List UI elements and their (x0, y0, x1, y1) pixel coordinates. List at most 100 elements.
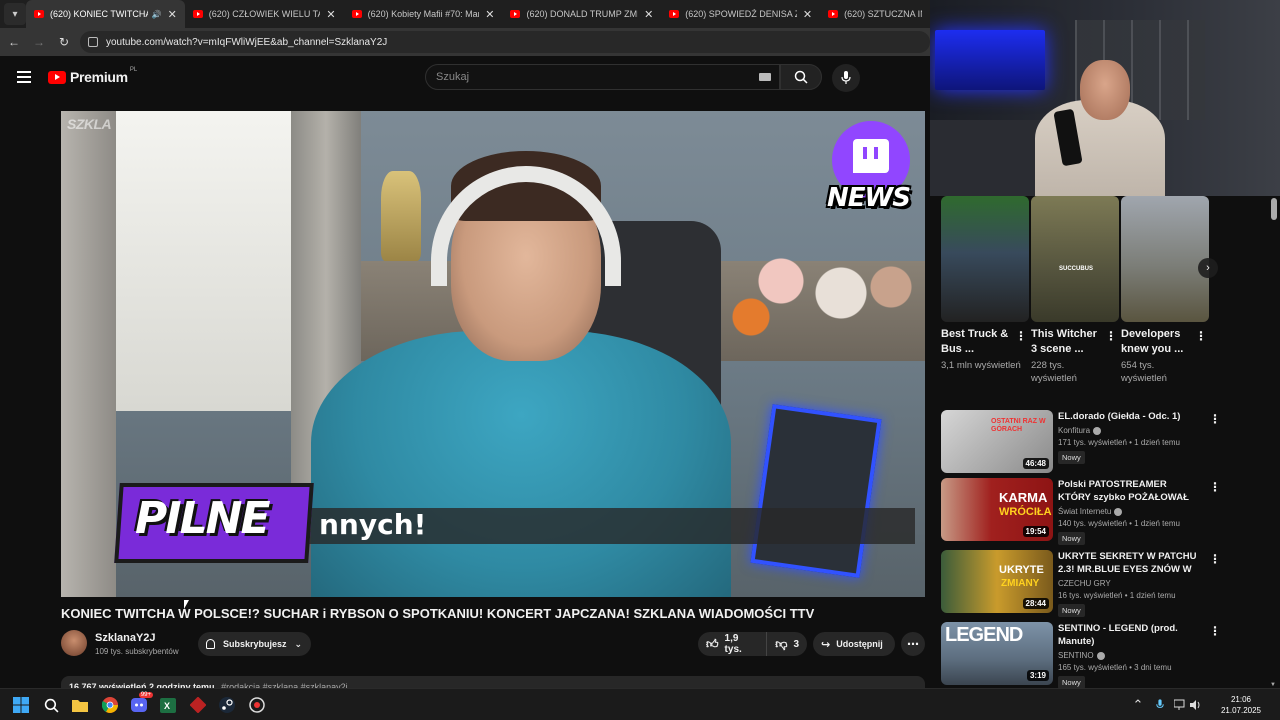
browser-tab-1[interactable]: (620) KONIEC TWITCHA W P 🔊 ✕ (25, 0, 185, 28)
youtube-favicon-icon (192, 10, 203, 18)
short-views: 3,1 mln wyświetleń (941, 360, 1021, 371)
steam-icon[interactable] (218, 696, 236, 714)
more-vert-icon[interactable]: ⋮ (1195, 329, 1207, 343)
video-channel[interactable]: Konfitura (1058, 426, 1198, 435)
more-vert-icon[interactable]: ⋮ (1209, 480, 1221, 494)
scrollbar-thumb[interactable] (1271, 198, 1277, 220)
short-title[interactable]: Developers knew you ... (1121, 327, 1191, 357)
excel-icon[interactable]: X (159, 696, 177, 714)
close-tab-icon[interactable]: ✕ (326, 8, 335, 21)
video-thumbnail[interactable]: KARMA WRÓCIŁA 19:54 (941, 478, 1053, 541)
more-vert-icon[interactable]: ⋮ (1209, 624, 1221, 638)
browser-tab-3[interactable]: (620) Kobiety Mafii #70: Mama ✕ (344, 0, 503, 28)
forward-arrow-icon[interactable]: → (28, 31, 50, 53)
video-title[interactable]: Polski PATOSTREAMER KTÓRY szybko POŻAŁOW… (1058, 478, 1198, 504)
close-tab-icon[interactable]: ✕ (803, 8, 812, 21)
video-title[interactable]: SENTINO - LEGEND (prod. Manute) (1058, 622, 1198, 648)
video-channel[interactable]: CZECHU GRY (1058, 579, 1198, 588)
speaker-icon[interactable]: 🔊 (152, 10, 162, 19)
video-thumbnail[interactable]: LEGEND 3:19 (941, 622, 1053, 685)
video-title[interactable]: UKRYTE SEKRETY W PATCHU 2.3! MR.BLUE EYE… (1058, 550, 1198, 576)
short-thumbnail[interactable]: SUCCUBUS (1031, 196, 1119, 322)
more-vert-icon[interactable]: ⋮ (1015, 329, 1027, 343)
share-button[interactable]: ↪ Udostępnij (813, 632, 895, 656)
video-thumbnail[interactable]: UKRYTE ZMIANY 28:44 (941, 550, 1053, 613)
more-vert-icon[interactable]: ⋮ (1209, 412, 1221, 426)
chevron-right-icon[interactable]: › (1198, 258, 1218, 278)
video-meta: 171 tys. wyświetleń • 1 dzień temu (1058, 438, 1180, 447)
menu-hamburger-icon[interactable] (17, 71, 31, 83)
keyboard-icon[interactable] (759, 73, 771, 81)
system-clock[interactable]: 21:06 21.07.2025 (1210, 694, 1272, 716)
video-duration: 19:54 (1022, 526, 1049, 537)
short-card[interactable]: Developers knew you ... ⋮ 654 tys. wyświ… (1121, 196, 1209, 384)
chrome-icon[interactable] (101, 696, 119, 714)
game-app-icon[interactable] (189, 696, 207, 714)
chevron-down-icon: ⌄ (294, 638, 303, 649)
video-thumbnail[interactable]: OSTATNI RAZ W GÓRACH 46:48 (941, 410, 1053, 473)
browser-tab-6[interactable]: (620) SZTUCZNA INTELIG (820, 0, 930, 28)
recommended-video[interactable]: UKRYTE ZMIANY 28:44 UKRYTE SEKRETY W PAT… (941, 550, 1221, 617)
youtube-header: Premium PL Szukaj (0, 56, 930, 100)
video-channel[interactable]: SENTINO (1058, 651, 1198, 660)
video-scene-monitor (750, 404, 882, 578)
close-tab-icon[interactable]: ✕ (485, 8, 494, 21)
back-arrow-icon[interactable]: ← (3, 31, 25, 53)
video-duration: 3:19 (1026, 670, 1049, 681)
discord-icon[interactable] (130, 692, 153, 714)
site-info-icon[interactable] (88, 37, 98, 47)
recommended-video[interactable]: OSTATNI RAZ W GÓRACH 46:48 EL.dorado (Gi… (941, 410, 1221, 474)
thumbnail-text: ZMIANY (1001, 578, 1040, 589)
video-player[interactable]: SZKLA NEWS PILNE nnych! (61, 111, 925, 597)
webcam-overlay (930, 0, 1280, 196)
address-bar[interactable]: youtube.com/watch?v=mIqFWliWjEE&ab_chann… (80, 31, 930, 53)
youtube-favicon-icon (33, 10, 44, 18)
dislike-button[interactable]: 👎︎ 3 (767, 637, 807, 652)
close-tab-icon[interactable]: ✕ (644, 8, 653, 21)
subscribe-button[interactable]: Subskrybujesz ⌄ (198, 632, 311, 656)
search-input[interactable]: Szukaj (425, 64, 780, 90)
search-button[interactable] (780, 64, 822, 90)
channel-subscribers: 109 tys. subskrybentów (95, 647, 179, 656)
windows-start-icon[interactable] (12, 696, 30, 714)
file-explorer-icon[interactable] (71, 696, 89, 714)
tab-label: (620) SPOWIEDŹ DENISA ZAŁĘ (685, 9, 797, 19)
microphone-tray-icon[interactable] (1151, 696, 1169, 714)
tray-chevron-up-icon[interactable]: ⌃ (1129, 696, 1147, 714)
volume-icon[interactable] (1187, 696, 1205, 714)
channel-name[interactable]: SzklanaY2J (95, 632, 156, 644)
close-tab-icon[interactable]: ✕ (168, 8, 177, 21)
search-icon[interactable] (42, 696, 60, 714)
recommended-video[interactable]: KARMA WRÓCIŁA 19:54 Polski PATOSTREAMER … (941, 478, 1221, 545)
browser-tab-4[interactable]: (620) DONALD TRUMP ZMIENI ✕ (502, 0, 661, 28)
video-info: SENTINO - LEGEND (prod. Manute) SENTINO … (1058, 622, 1198, 690)
video-title[interactable]: EL.dorado (Giełda - Odc. 1) (1058, 410, 1198, 423)
short-title[interactable]: This Witcher 3 scene ... (1031, 327, 1101, 357)
voice-search-button[interactable] (832, 64, 860, 92)
browser-tab-2[interactable]: (620) CZŁOWIEK WIELU TALENT ✕ (185, 0, 344, 28)
svg-text:X: X (164, 701, 170, 711)
sidebar-scrollbar[interactable]: ▼ (1270, 196, 1278, 688)
reload-icon[interactable]: ↻ (53, 31, 75, 53)
recommended-video[interactable]: LEGEND 3:19 SENTINO - LEGEND (prod. Manu… (941, 622, 1221, 689)
chevron-down-icon[interactable]: ▾ (4, 3, 26, 25)
notification-app-icon[interactable] (248, 696, 266, 714)
youtube-play-icon (48, 70, 66, 84)
verified-icon (1114, 507, 1123, 516)
more-vert-icon[interactable]: ⋮ (1209, 552, 1221, 566)
short-thumbnail[interactable] (941, 196, 1029, 322)
video-channel[interactable]: Świat Internetu (1058, 507, 1198, 516)
browser-tab-5[interactable]: (620) SPOWIEDŹ DENISA ZAŁĘ ✕ (661, 0, 820, 28)
url-text: youtube.com/watch?v=mIqFWliWjEE&ab_chann… (106, 36, 388, 48)
more-vert-icon[interactable]: ⋮ (1105, 329, 1117, 343)
channel-avatar[interactable] (61, 630, 87, 656)
short-thumbnail[interactable] (1121, 196, 1209, 322)
like-button[interactable]: 👍︎ 1,9 tys. (698, 632, 768, 656)
short-card[interactable]: SUCCUBUS This Witcher 3 scene ... ⋮ 228 … (1031, 196, 1119, 384)
youtube-premium-logo[interactable]: Premium PL (48, 67, 137, 85)
short-card[interactable]: Best Truck & Bus ... ⋮ 3,1 mln wyświetle… (941, 196, 1029, 371)
tab-label: (620) SZTUCZNA INTELIG (844, 9, 922, 19)
more-actions-button[interactable]: ⋯ (901, 632, 925, 656)
short-title[interactable]: Best Truck & Bus ... (941, 327, 1011, 357)
youtube-favicon-icon (510, 10, 521, 18)
